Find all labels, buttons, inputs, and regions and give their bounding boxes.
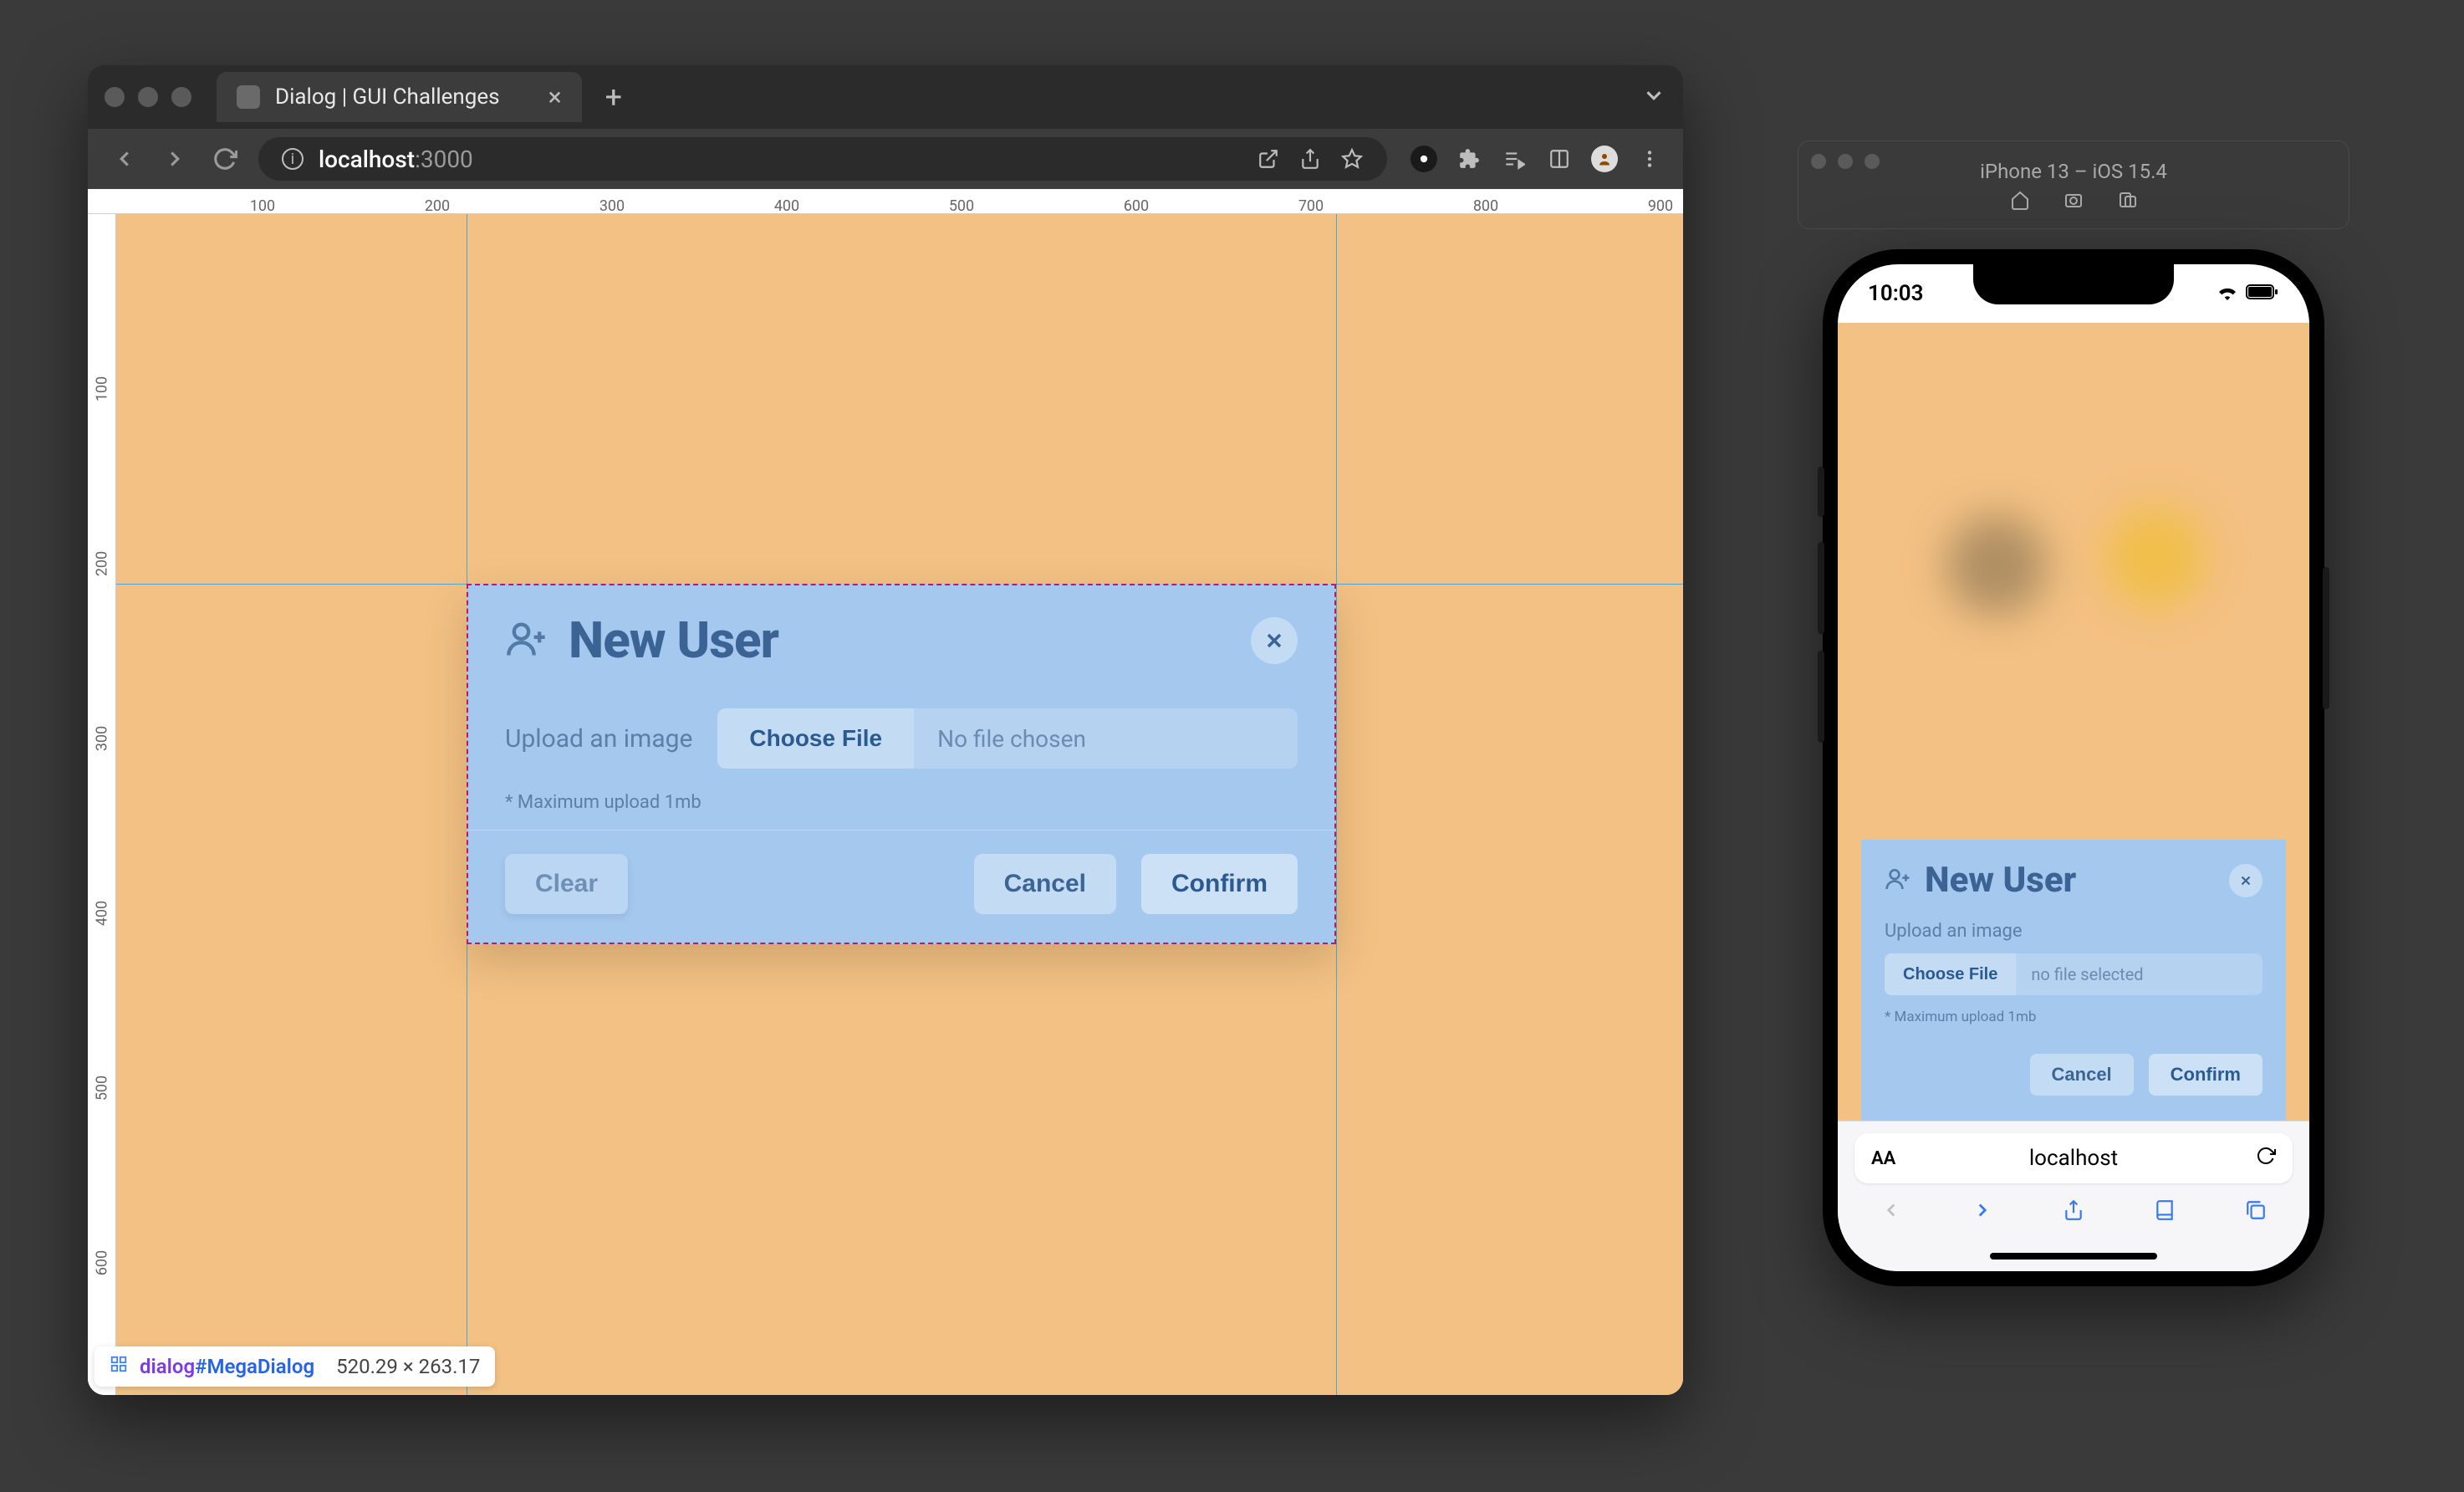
playlist-icon[interactable] [1501,146,1528,172]
browser-viewport: 100 200 300 400 500 600 700 800 900 100 … [88,189,1683,1395]
site-info-icon[interactable]: i [282,148,304,170]
upload-hint: * Maximum upload 1mb [505,792,1298,813]
extension-icon[interactable] [1411,146,1437,172]
safari-url-label: localhost [2029,1146,2118,1171]
forward-button[interactable] [158,142,191,176]
simulator-window: iPhone 13 – iOS 15.4 10:03 [1798,141,2349,1295]
mega-dialog: New User Upload an image Choose File No … [467,584,1336,944]
add-user-icon [505,617,548,664]
cancel-button[interactable]: Cancel [974,854,1116,914]
mobile-upload-hint: * Maximum upload 1mb [1885,1009,2262,1025]
new-tab-button[interactable]: + [605,79,622,115]
dialog-header: New User [468,585,1334,687]
mobile-page: New User Upload an image Choose File no … [1838,323,2309,1121]
inspect-selector-id: #MegaDialog [195,1355,314,1378]
browser-toolbar: i localhost:3000 [88,129,1683,189]
add-user-icon [1885,866,1911,896]
file-name-label: No file chosen [914,708,1298,769]
browser-titlebar: Dialog | GUI Challenges × + [88,65,1683,129]
extensions-icon[interactable] [1456,146,1482,172]
reload-button[interactable] [208,142,242,176]
mobile-choose-file-button[interactable]: Choose File [1885,953,2016,995]
phone-notch [1973,264,2174,304]
confirm-button[interactable]: Confirm [1141,854,1298,914]
mobile-file-name-label: no file selected [2016,953,2262,995]
safari-reload-icon[interactable] [2256,1146,2276,1172]
sim-screenshot-icon[interactable] [2064,190,2084,210]
iphone-device: 10:03 New User [1823,249,2324,1286]
safari-forward-icon[interactable] [1972,1198,1993,1228]
close-tab-icon[interactable]: × [548,83,562,112]
tab-title: Dialog | GUI Challenges [275,84,500,110]
dialog-close-button[interactable] [1251,617,1298,664]
background-blob [2105,507,2206,607]
sim-rotate-icon[interactable] [2117,190,2137,210]
safari-bookmarks-icon[interactable] [2154,1198,2176,1228]
vertical-ruler: 100 200 300 400 500 600 [88,214,116,1395]
address-bar[interactable]: i localhost:3000 [258,137,1387,181]
url-host: localhost [319,146,415,173]
favicon-icon [237,85,260,109]
inspect-selector-tag: dialog [140,1355,195,1378]
devtools-panel-icon[interactable] [1546,146,1573,172]
dialog-body: Upload an image Choose File No file chos… [468,687,1334,830]
profile-icon[interactable] [1591,146,1618,172]
reader-mode-icon[interactable]: AA [1871,1148,1895,1169]
safari-back-icon[interactable] [1880,1198,1902,1228]
phone-screen: 10:03 New User [1838,264,2309,1271]
sim-traffic-lights[interactable] [1811,154,1880,169]
page-canvas: New User Upload an image Choose File No … [116,214,1683,1395]
background-blob [1946,515,2047,616]
mobile-dialog-close[interactable] [2229,864,2262,897]
dialog-title: New User [569,611,778,670]
battery-icon [2246,281,2279,306]
grid-icon [110,1355,128,1378]
guide-line [1336,214,1337,1395]
inspect-dimensions: 520.29 × 263.17 [336,1355,480,1378]
devtools-inspect-badge: dialog#MegaDialog 520.29 × 263.17 [94,1346,495,1387]
status-time: 10:03 [1868,281,1924,306]
file-picker: Choose File No file chosen [717,708,1298,769]
menu-icon[interactable] [1636,146,1663,172]
browser-window: Dialog | GUI Challenges × + i localhost:… [88,65,1683,1395]
choose-file-button[interactable]: Choose File [717,708,914,769]
clear-button[interactable]: Clear [505,854,628,914]
dialog-footer: Clear Cancel Confirm [468,830,1334,943]
safari-toolbar: AA localhost [1838,1121,2309,1271]
safari-share-icon[interactable] [2063,1198,2084,1228]
browser-tab[interactable]: Dialog | GUI Challenges × [217,72,582,122]
url-port: :3000 [415,146,473,173]
back-button[interactable] [108,142,141,176]
star-icon[interactable] [1340,147,1364,171]
traffic-lights[interactable] [105,87,191,107]
phone-volume-up[interactable] [1818,542,1824,634]
tabs-dropdown-icon[interactable] [1641,83,1666,111]
mobile-file-picker: Choose File no file selected [1885,953,2262,995]
phone-power-button[interactable] [2323,567,2329,709]
safari-address-bar[interactable]: AA localhost [1854,1133,2293,1183]
phone-mute-switch[interactable] [1818,467,1824,517]
simulator-title: iPhone 13 – iOS 15.4 [1980,160,2167,183]
sim-home-icon[interactable] [2010,190,2030,210]
wifi-icon [2216,281,2239,306]
mobile-confirm-button[interactable]: Confirm [2149,1054,2262,1096]
upload-label: Upload an image [505,724,692,754]
home-indicator[interactable] [1990,1253,2157,1260]
mobile-cancel-button[interactable]: Cancel [2030,1054,2134,1096]
mobile-dialog-title: New User [1925,860,2076,901]
horizontal-ruler: 100 200 300 400 500 600 700 800 900 [88,189,1683,214]
open-external-icon[interactable] [1257,147,1280,171]
mobile-upload-label: Upload an image [1885,921,2262,942]
simulator-titlebar: iPhone 13 – iOS 15.4 [1798,141,2349,229]
share-icon[interactable] [1298,147,1322,171]
mobile-dialog: New User Upload an image Choose File no … [1861,840,2286,1121]
safari-tabs-icon[interactable] [2245,1198,2267,1228]
phone-volume-down[interactable] [1818,651,1824,743]
